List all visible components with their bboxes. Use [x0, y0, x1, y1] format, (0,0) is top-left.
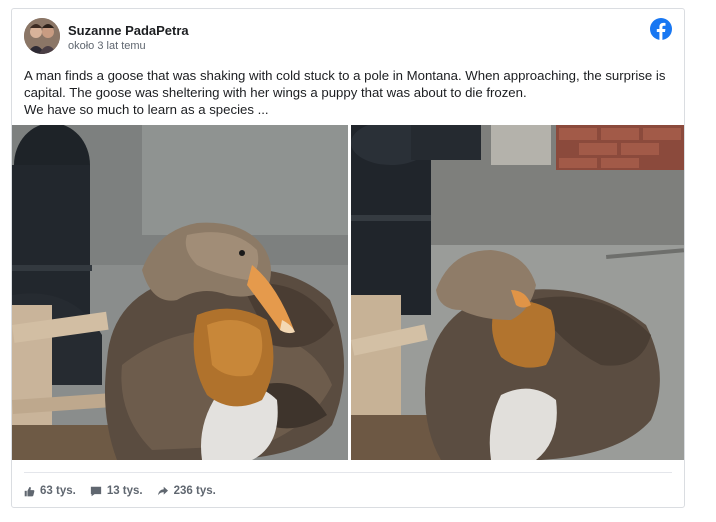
post-text: A man finds a goose that was shaking wit…	[24, 67, 674, 118]
post-card: Suzanne PadaPetra około 3 lat temu A man…	[11, 8, 685, 508]
author-name[interactable]: Suzanne PadaPetra	[68, 23, 189, 38]
likes-label: 63 tys.	[40, 485, 76, 497]
photo-goose-puppy-closeup[interactable]	[12, 125, 348, 460]
share-arrow-icon	[157, 486, 168, 496]
shares-count[interactable]: 236 tys.	[157, 485, 216, 497]
comments-count[interactable]: 13 tys.	[90, 485, 143, 497]
engagement-stats: 63 tys. 13 tys. 236 tys.	[24, 485, 230, 497]
facebook-icon[interactable]	[650, 18, 672, 40]
likes-count[interactable]: 63 tys.	[24, 485, 76, 497]
post-text-paragraph: We have so much to learn as a species ..…	[24, 102, 269, 117]
thumbs-up-icon	[24, 486, 35, 496]
divider	[24, 472, 672, 473]
comments-label: 13 tys.	[106, 485, 143, 497]
post-timestamp[interactable]: około 3 lat temu	[68, 40, 146, 52]
photo-grid	[12, 125, 684, 460]
shares-label: 236 tys.	[173, 485, 216, 497]
avatar[interactable]	[24, 18, 60, 54]
comment-icon	[90, 486, 101, 496]
post-text-paragraph: A man finds a goose that was shaking wit…	[24, 68, 666, 100]
photo-goose-puppy-wide[interactable]	[351, 125, 684, 460]
